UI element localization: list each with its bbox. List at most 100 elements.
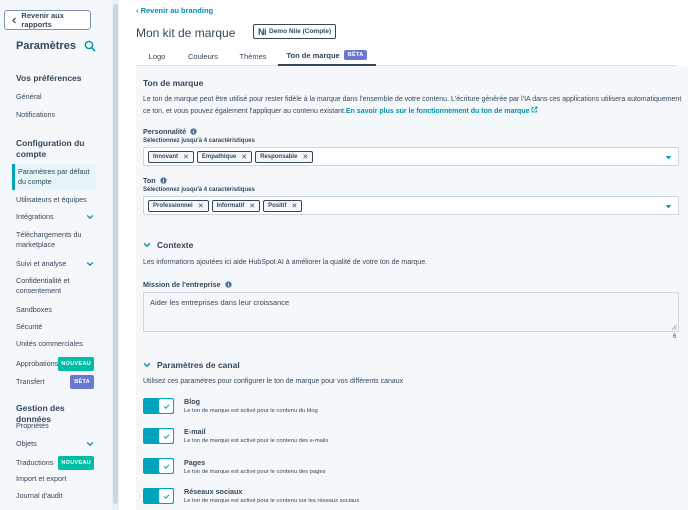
brand-voice-title: Ton de marque <box>143 78 204 88</box>
remove-chip-icon[interactable]: ✕ <box>198 202 204 210</box>
company-label: Demo Nile (Compte) <box>269 28 332 35</box>
remove-chip-icon[interactable]: ✕ <box>183 153 189 161</box>
sidebar-item-label: Confidentialité et consentement <box>16 276 70 295</box>
remove-chip-icon[interactable]: ✕ <box>241 153 247 161</box>
remove-chip-icon[interactable]: ✕ <box>291 202 297 210</box>
sidebar-item-notifications[interactable]: Notifications <box>16 110 94 120</box>
character-counter: 6 <box>673 334 677 340</box>
sidebar-title: Paramètres <box>16 40 76 52</box>
mission-label-text: Mission de l'entreprise <box>143 280 221 289</box>
tab-colors[interactable]: Couleurs <box>178 46 228 66</box>
checkmark-icon <box>163 463 169 469</box>
sidebar-scrollbar[interactable] <box>112 0 119 510</box>
email-toggle[interactable] <box>143 428 174 444</box>
resize-handle-icon[interactable] <box>671 324 677 330</box>
tone-chip[interactable]: Professionnel ✕ <box>148 199 209 212</box>
sidebar-item-label: Paramètres par défaut du compte <box>18 167 90 186</box>
chevron-down-icon <box>143 242 151 248</box>
sidebar-item-label: Téléchargements du marketplace <box>16 230 82 249</box>
tone-chip[interactable]: Informatif ✕ <box>211 199 261 212</box>
settings-sidebar: Revenir aux rapports Paramètres Vos préf… <box>0 0 112 510</box>
sidebar-item-label: Unités commerciales <box>16 339 83 348</box>
blog-toggle[interactable] <box>143 398 174 414</box>
checkmark-icon <box>163 403 169 409</box>
sidebar-item-objects[interactable]: Objets <box>16 439 94 449</box>
sidebar-item-label: Utilisateurs et équipes <box>16 195 87 204</box>
info-icon[interactable] <box>159 177 167 184</box>
personality-select[interactable]: Innovant ✕ Empathique ✕ Responsable ✕ <box>143 147 679 166</box>
scrollbar-thumb[interactable] <box>113 4 118 504</box>
personality-chip[interactable]: Innovant ✕ <box>148 150 194 163</box>
remove-chip-icon[interactable]: ✕ <box>302 153 308 161</box>
checkmark-icon <box>163 493 169 499</box>
tone-label: Ton <box>143 176 167 185</box>
learn-more-link[interactable]: En savoir plus sur le fonctionnement du … <box>345 106 539 115</box>
sidebar-item-import-export[interactable]: Import et export <box>16 474 94 484</box>
tone-select[interactable]: Professionnel ✕ Informatif ✕ Positif ✕ <box>143 196 679 215</box>
chevron-down-icon[interactable] <box>665 154 672 161</box>
sidebar-item-marketplace-downloads[interactable]: Téléchargements du marketplace <box>16 230 94 250</box>
context-section-toggle[interactable]: Contexte <box>143 240 193 250</box>
sidebar-item-label: Approbations <box>16 359 59 368</box>
tone-chip[interactable]: Positif ✕ <box>263 199 303 212</box>
tab-logo[interactable]: Logo <box>136 46 178 66</box>
channel-settings-toggle[interactable]: Paramètres de canal <box>143 360 240 370</box>
channel-settings-title: Paramètres de canal <box>157 360 240 370</box>
search-icon[interactable] <box>84 40 96 52</box>
sidebar-item-translations[interactable]: Traductions NOUVEAU <box>16 456 94 470</box>
personality-hint: Sélectionnez jusqu'à 4 caractéristiques <box>143 138 255 144</box>
sidebar-item-business-units[interactable]: Unités commerciales <box>16 339 94 349</box>
sidebar-item-label: Propriétés <box>16 421 49 430</box>
sidebar-item-properties[interactable]: Propriétés <box>16 421 94 431</box>
sidebar-item-approvals[interactable]: Approbations NOUVEAU <box>16 357 94 371</box>
chevron-down-icon[interactable] <box>665 203 672 210</box>
sidebar-item-label: Sécurité <box>16 322 43 331</box>
back-link-label: Revenir au branding <box>140 6 214 15</box>
tone-label-text: Ton <box>143 176 156 185</box>
chip-label: Empathique <box>201 153 237 160</box>
sidebar-item-account-defaults[interactable]: Paramètres par défaut du compte <box>12 164 96 190</box>
sidebar-item-tracking[interactable]: Suivi et analyse <box>16 259 94 269</box>
sidebar-item-sandboxes[interactable]: Sandboxes <box>16 305 94 315</box>
tab-brand-voice[interactable]: Ton de marque BÊTA <box>278 46 376 66</box>
personality-chip[interactable]: Empathique ✕ <box>196 150 253 163</box>
sidebar-item-users-teams[interactable]: Utilisateurs et équipes <box>16 195 94 205</box>
app: Revenir aux rapports Paramètres Vos préf… <box>0 0 688 510</box>
learn-more-label: En savoir plus sur le fonctionnement du … <box>345 108 530 115</box>
sidebar-item-privacy[interactable]: Confidentialité et consentement <box>16 276 94 296</box>
back-to-branding-link[interactable]: ‹ Revenir au branding <box>136 6 213 15</box>
personality-chip[interactable]: Responsable ✕ <box>255 150 314 163</box>
new-badge: NOUVEAU <box>58 456 94 470</box>
pages-toggle[interactable] <box>143 458 174 474</box>
sidebar-item-security[interactable]: Sécurité <box>16 322 94 332</box>
tab-themes[interactable]: Thèmes <box>228 46 278 66</box>
mission-label: Mission de l'entreprise <box>143 280 232 289</box>
mission-textarea[interactable]: Aider les entreprises dans leur croissan… <box>143 292 679 332</box>
company-badge[interactable]: Ni Demo Nile (Compte) <box>253 24 337 39</box>
sidebar-header: Paramètres <box>16 40 96 52</box>
mission-text: Aider les entreprises dans leur croissan… <box>150 298 290 307</box>
toggle-knob <box>159 489 173 503</box>
sidebar-item-transfer[interactable]: Transfert BÊTA <box>16 375 94 389</box>
email-description: Le ton de marque est activé pour le cont… <box>184 438 329 444</box>
personality-label: Personnalité <box>143 127 197 136</box>
sidebar-item-integrations[interactable]: Intégrations <box>16 212 94 222</box>
tab-label: Ton de marque <box>286 50 340 60</box>
sidebar-item-general[interactable]: Général <box>16 92 94 102</box>
info-icon[interactable] <box>224 281 232 288</box>
chip-label: Responsable <box>260 153 298 160</box>
page-title: Mon kit de marque <box>136 26 236 40</box>
pages-title: Pages <box>184 458 206 467</box>
sidebar-item-label: Import et export <box>16 474 67 483</box>
remove-chip-icon[interactable]: ✕ <box>249 202 255 210</box>
checkmark-icon <box>163 433 169 439</box>
blog-title: Blog <box>184 397 200 406</box>
chip-label: Informatif <box>216 202 245 209</box>
info-icon[interactable] <box>190 128 197 135</box>
back-to-reports-button[interactable]: Revenir aux rapports <box>4 10 91 30</box>
sidebar-item-audit-log[interactable]: Journal d'audit <box>16 491 94 501</box>
toggle-knob <box>159 459 173 473</box>
chevron-down-icon <box>143 362 151 368</box>
social-toggle[interactable] <box>143 488 174 504</box>
brand-voice-panel: Ton de marque Le ton de marque peut être… <box>136 66 688 510</box>
